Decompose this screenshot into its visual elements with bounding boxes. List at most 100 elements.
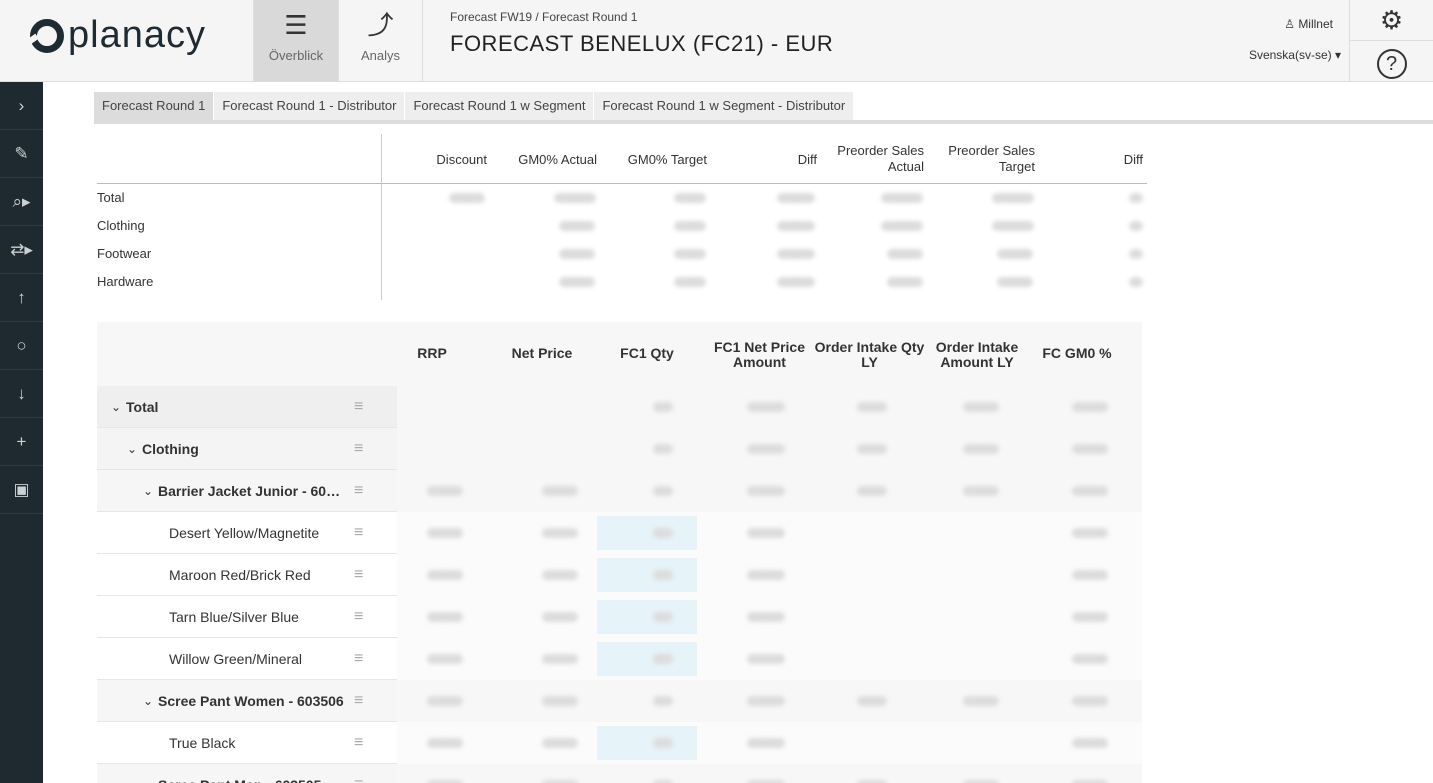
search-button[interactable]: ⌕▸ bbox=[0, 178, 43, 226]
grid-row[interactable]: ⌄ Scree Pant Men - 603505 ≡ bbox=[97, 764, 1142, 783]
chart-line-icon: ⤴ bbox=[367, 10, 394, 40]
summary-col-gm0-target: GM0% Target bbox=[627, 152, 707, 167]
summary-row-label: Hardware bbox=[97, 274, 154, 289]
row-menu-icon[interactable]: ≡ bbox=[354, 638, 363, 680]
circle-icon: ○ bbox=[16, 336, 27, 355]
row-menu-icon[interactable]: ≡ bbox=[354, 428, 363, 470]
planacy-logo[interactable]: planacy bbox=[30, 14, 206, 57]
row-menu-icon[interactable]: ≡ bbox=[354, 680, 363, 722]
chevron-right-icon: › bbox=[18, 96, 25, 115]
expand-sidebar-button[interactable]: › bbox=[0, 82, 43, 130]
forecast-grid: RRP Net Price FC1 Qty FC1 Net Price Amou… bbox=[97, 322, 1142, 783]
fc1-qty-input[interactable] bbox=[597, 516, 697, 550]
tab-forecast-round-1[interactable]: Forecast Round 1 bbox=[94, 92, 215, 120]
summary-col-diff: Diff bbox=[797, 152, 817, 167]
grid-row[interactable]: ⌄ Barrier Jacket Junior - 6036… ≡ bbox=[97, 470, 1142, 512]
grid-row[interactable]: Willow Green/Mineral ≡ bbox=[97, 638, 1142, 680]
chevron-down-icon[interactable]: ⌄ bbox=[127, 428, 137, 470]
chevron-down-icon[interactable]: ⌄ bbox=[111, 386, 121, 428]
grid-row[interactable]: Tarn Blue/Silver Blue ≡ bbox=[97, 596, 1142, 638]
logo-text: planacy bbox=[68, 14, 206, 56]
summary-row-label: Clothing bbox=[97, 218, 145, 233]
help-icon: ? bbox=[1376, 49, 1407, 79]
grid-row[interactable]: True Black ≡ bbox=[97, 722, 1142, 764]
arrow-down-icon: ↓ bbox=[17, 384, 26, 403]
grid-row-label-cell: ⌄ Clothing ≡ bbox=[97, 428, 397, 470]
grid-col-fc1-net-amount[interactable]: FC1 Net Price Amount bbox=[712, 340, 807, 370]
chevron-down-icon[interactable]: ⌄ bbox=[143, 470, 153, 512]
edit-icon: ▣ bbox=[13, 480, 30, 499]
grid-row-label-cell: True Black ≡ bbox=[97, 722, 397, 764]
move-down-button[interactable]: ↓ bbox=[0, 370, 43, 418]
row-menu-icon[interactable]: ≡ bbox=[354, 554, 363, 596]
move-up-button[interactable]: ↑ bbox=[0, 274, 43, 322]
app-header: planacy ☰ Överblick ⤴ Analys Forecast FW… bbox=[0, 0, 1433, 82]
language-select[interactable]: Svenska(sv-se) ▾ bbox=[1249, 48, 1341, 62]
list-icon: ☰ bbox=[284, 10, 308, 40]
row-menu-icon[interactable]: ≡ bbox=[354, 596, 363, 638]
grid-row[interactable]: ⌄ Total ≡ bbox=[97, 386, 1142, 428]
help-button[interactable]: ? bbox=[1349, 41, 1433, 82]
grid-row-label-cell: Willow Green/Mineral ≡ bbox=[97, 638, 397, 680]
summary-row: Footwear bbox=[97, 240, 1147, 268]
grid-row-label-cell: Desert Yellow/Magnetite ≡ bbox=[97, 512, 397, 554]
grid-col-fc-gm0[interactable]: FC GM0 % bbox=[1032, 346, 1122, 361]
row-menu-icon[interactable]: ≡ bbox=[354, 386, 363, 428]
summary-row-label: Total bbox=[97, 190, 125, 205]
grid-col-order-intake-qty[interactable]: Order Intake Qty LY bbox=[812, 340, 927, 370]
grid-row-label: Willow Green/Mineral bbox=[169, 651, 303, 667]
grid-row[interactable]: ⌄ Clothing ≡ bbox=[97, 428, 1142, 470]
grid-col-order-intake-amount[interactable]: Order Intake Amount LY bbox=[932, 340, 1022, 370]
settings-button[interactable]: ⚙ bbox=[1349, 0, 1433, 41]
add-button[interactable]: + bbox=[0, 418, 43, 466]
grid-row[interactable]: ⌄ Scree Pant Women - 603506 ≡ bbox=[97, 680, 1142, 722]
fc1-qty-input[interactable] bbox=[597, 558, 697, 592]
nav-overview-label: Överblick bbox=[268, 48, 324, 63]
grid-row-label-cell: Tarn Blue/Silver Blue ≡ bbox=[97, 596, 397, 638]
row-menu-icon[interactable]: ≡ bbox=[354, 722, 363, 764]
grid-col-net-price[interactable]: Net Price bbox=[502, 346, 582, 361]
row-menu-icon[interactable]: ≡ bbox=[354, 470, 363, 512]
grid-row-label: Scree Pant Men - 603505 bbox=[158, 764, 347, 783]
grid-row-label: Desert Yellow/Magnetite bbox=[169, 525, 320, 541]
swap-button[interactable]: ⇄▸ bbox=[0, 226, 43, 274]
chevron-down-icon[interactable]: ⌄ bbox=[143, 680, 153, 722]
user-menu[interactable]: ♙ Millnet bbox=[1284, 17, 1333, 31]
grid-row[interactable]: Maroon Red/Brick Red ≡ bbox=[97, 554, 1142, 596]
summary-row: Hardware bbox=[97, 268, 1147, 296]
grid-col-rrp[interactable]: RRP bbox=[412, 346, 452, 361]
tab-forecast-round-1-segment-distributor[interactable]: Forecast Round 1 w Segment - Distributor bbox=[594, 92, 855, 120]
summary-col-preorder-target: Preorder Sales Target bbox=[948, 143, 1035, 174]
tab-forecast-round-1-distributor[interactable]: Forecast Round 1 - Distributor bbox=[214, 92, 406, 120]
circle-button[interactable]: ○ bbox=[0, 322, 43, 370]
summary-col-preorder-actual: Preorder Sales Actual bbox=[837, 143, 924, 174]
fc1-qty-input[interactable] bbox=[597, 642, 697, 676]
tab-underline bbox=[94, 120, 1433, 124]
grid-row-label-cell: ⌄ Total ≡ bbox=[97, 386, 397, 428]
row-menu-icon[interactable]: ≡ bbox=[354, 764, 363, 783]
tab-forecast-round-1-segment[interactable]: Forecast Round 1 w Segment bbox=[405, 92, 595, 120]
search-icon: ⌕▸ bbox=[12, 192, 31, 211]
nav-overview-button[interactable]: ☰ Överblick bbox=[253, 0, 338, 82]
fc1-qty-input[interactable] bbox=[597, 600, 697, 634]
summary-row-label: Footwear bbox=[97, 246, 152, 261]
grid-header: RRP Net Price FC1 Qty FC1 Net Price Amou… bbox=[97, 322, 1142, 386]
nav-analys-button[interactable]: ⤴ Analys bbox=[338, 0, 423, 82]
fc1-qty-input[interactable] bbox=[597, 726, 697, 760]
left-sidebar: › ✎ ⌕▸ ⇄▸ ↑ ○ ↓ + ▣ bbox=[0, 82, 43, 783]
user-icon: ♙ bbox=[1284, 17, 1295, 31]
page-title: FORECAST BENELUX (FC21) - EUR bbox=[450, 31, 834, 56]
grid-row-label-cell: ⌄ Scree Pant Women - 603506 ≡ bbox=[97, 680, 397, 722]
breadcrumb[interactable]: Forecast FW19 / Forecast Round 1 bbox=[450, 10, 637, 24]
grid-row-label: Barrier Jacket Junior - 6036… bbox=[158, 483, 347, 499]
attach-button[interactable]: ✎ bbox=[0, 130, 43, 178]
summary-col-discount: Discount bbox=[436, 152, 487, 167]
chevron-down-icon[interactable]: ⌄ bbox=[143, 764, 153, 783]
grid-row[interactable]: Desert Yellow/Magnetite ≡ bbox=[97, 512, 1142, 554]
summary-col-gm0-actual: GM0% Actual bbox=[518, 152, 597, 167]
row-menu-icon[interactable]: ≡ bbox=[354, 512, 363, 554]
grid-row-label: Scree Pant Women - 603506 bbox=[158, 693, 344, 709]
summary-header: Discount GM0% Actual GM0% Target Diff Pr… bbox=[97, 134, 1147, 184]
edit-button[interactable]: ▣ bbox=[0, 466, 43, 514]
grid-col-fc1-qty[interactable]: FC1 Qty bbox=[612, 346, 682, 361]
